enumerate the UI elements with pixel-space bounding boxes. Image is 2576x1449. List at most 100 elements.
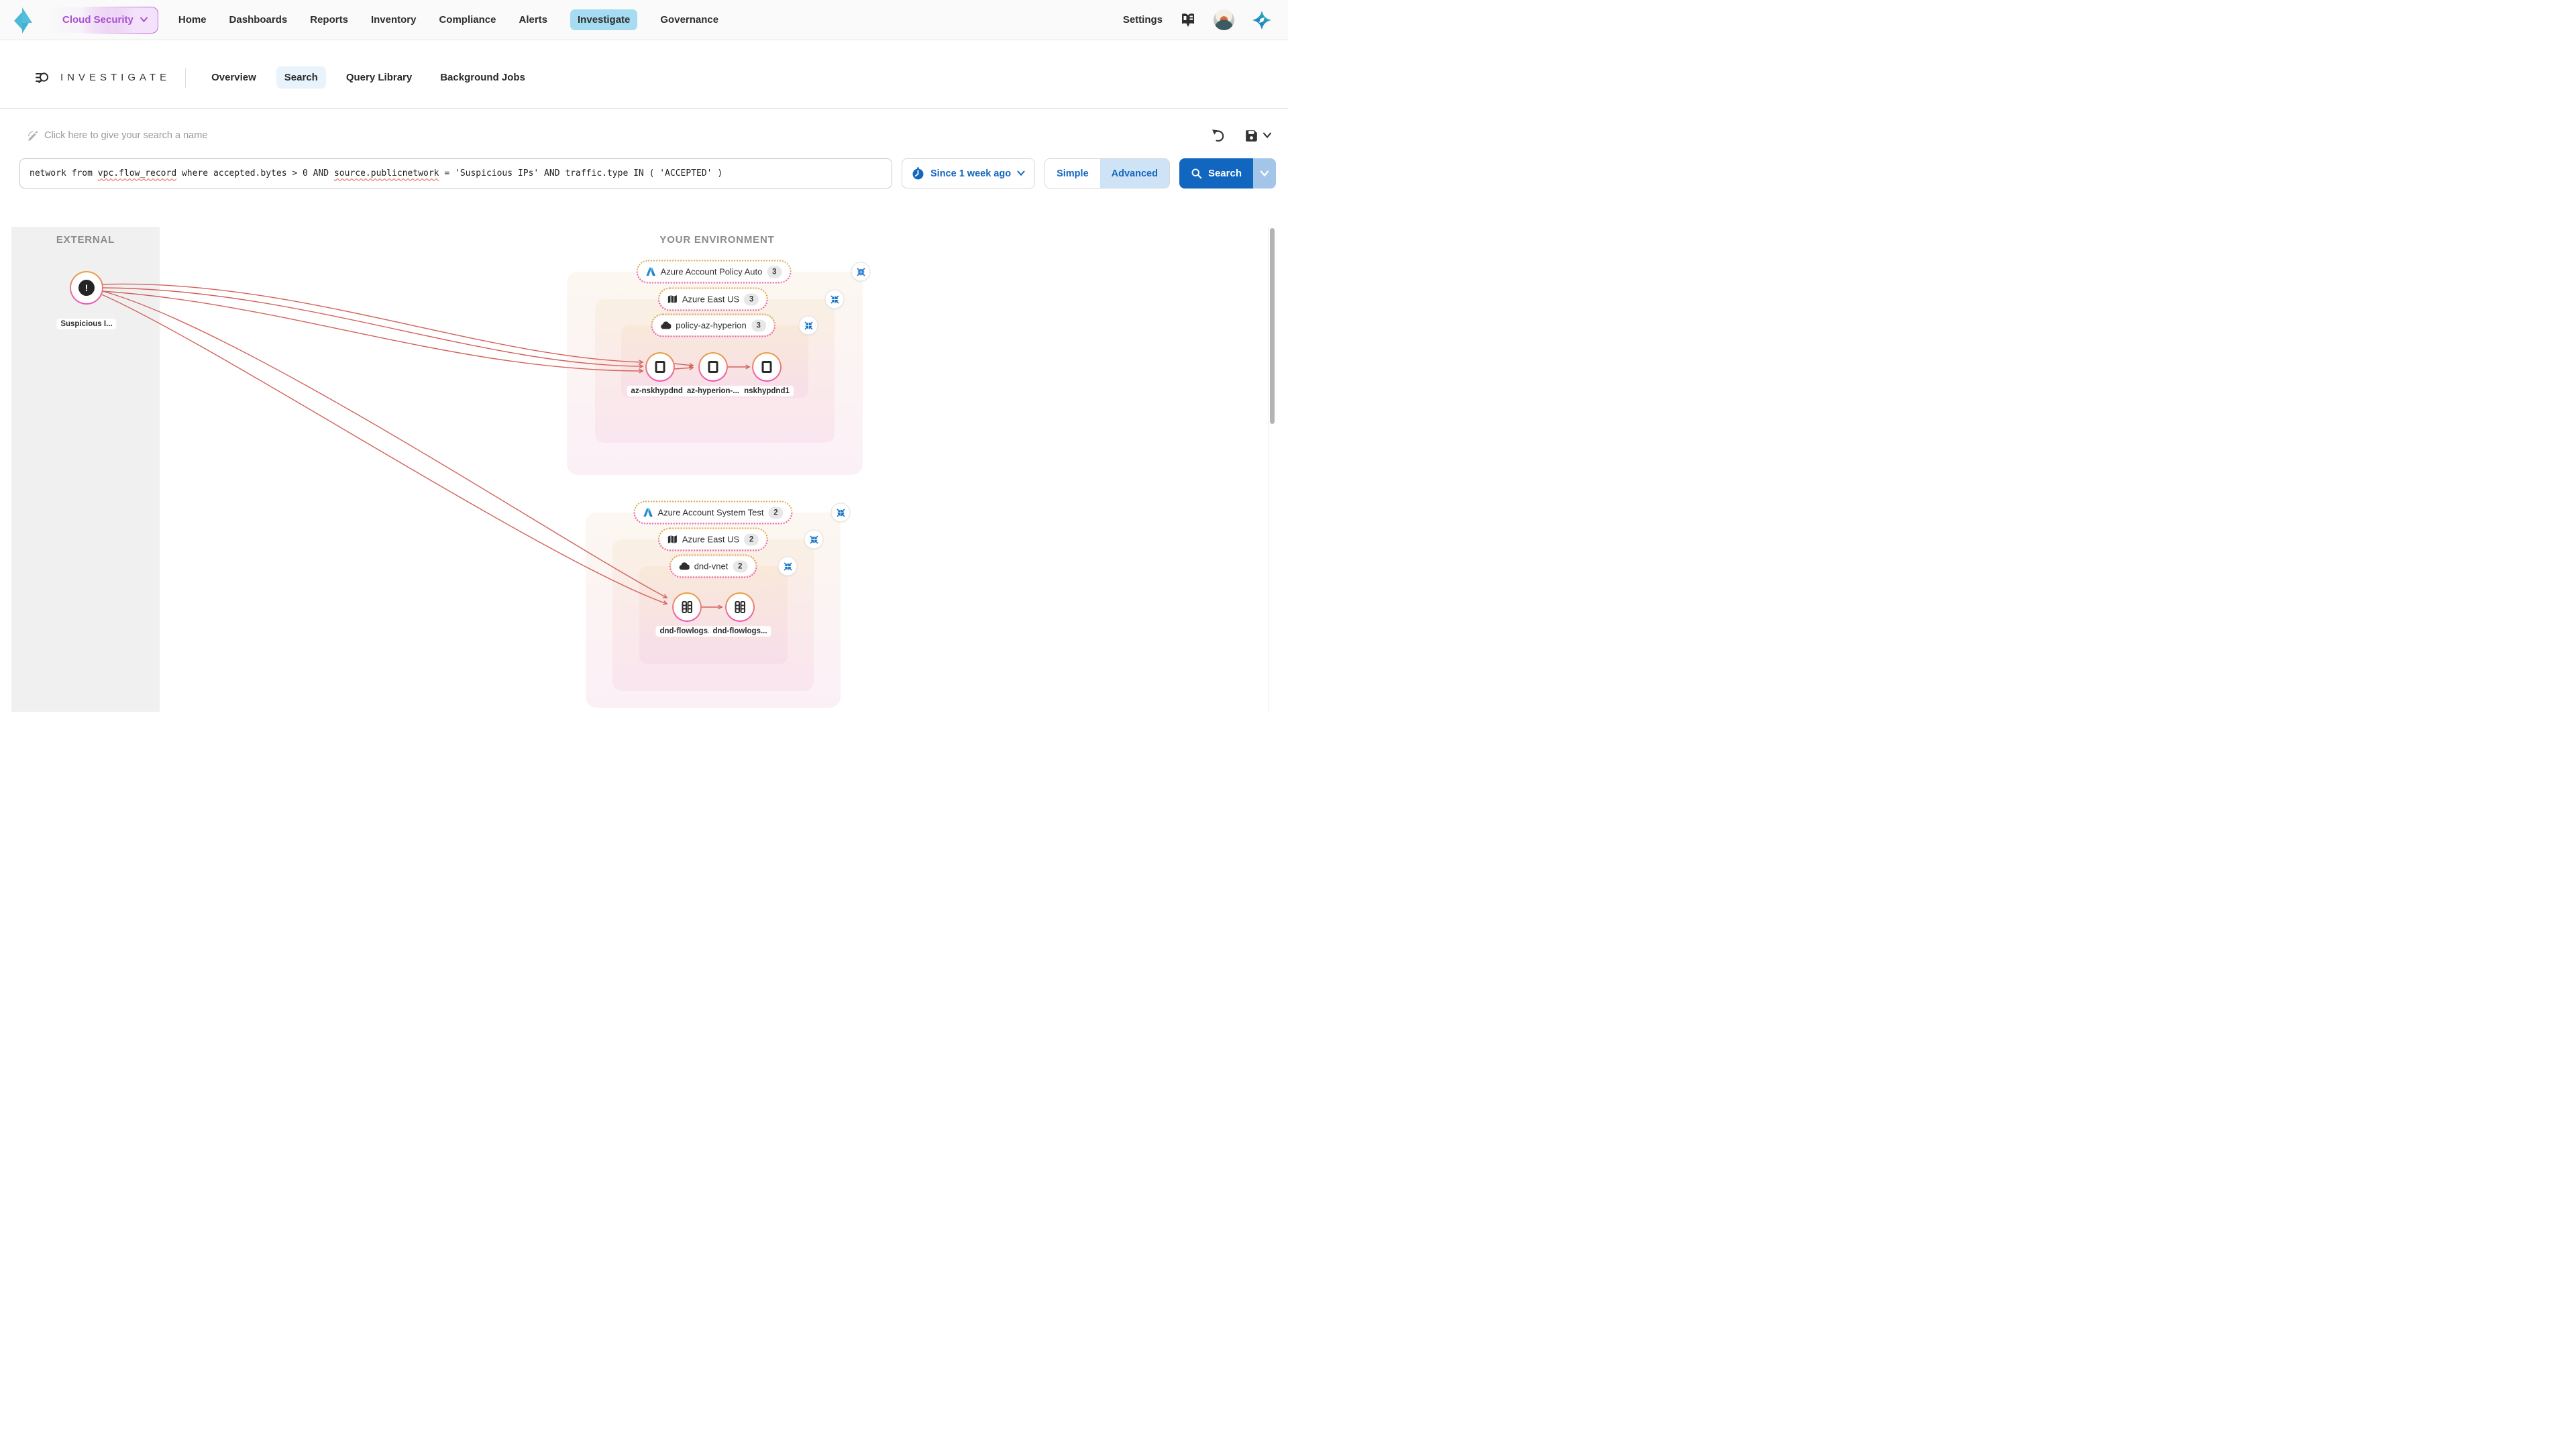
collapse-cluster1-vnet-button[interactable] — [799, 316, 818, 335]
vertical-scrollbar[interactable] — [1270, 228, 1275, 424]
top-nav: Cloud Security Home Dashboards Reports I… — [0, 0, 1288, 40]
search-name-input[interactable]: Click here to give your search a name — [27, 130, 207, 142]
mode-simple-button[interactable]: Simple — [1045, 159, 1100, 188]
page-title: INVESTIGATE — [60, 72, 170, 83]
nav-item-compliance[interactable]: Compliance — [439, 9, 496, 30]
group-pill-policy-az-hyperion[interactable]: policy-az-hyperion 3 — [653, 316, 773, 335]
collapse-cluster2-region-button[interactable] — [804, 530, 824, 549]
nav-item-alerts[interactable]: Alerts — [519, 9, 547, 30]
divider — [185, 68, 186, 88]
nic-icon — [653, 360, 667, 374]
chevron-down-icon — [1017, 170, 1025, 176]
investigate-search-icon — [35, 70, 50, 85]
query-row: network from vpc.flow_record where accep… — [19, 158, 1276, 189]
time-range-label: Since 1 week ago — [930, 168, 1011, 179]
collapse-cluster2-account-button[interactable] — [831, 503, 851, 523]
investigate-header: INVESTIGATE Overview Search Query Librar… — [0, 40, 1288, 109]
search-name-row: Click here to give your search a name — [0, 123, 1288, 148]
node-label: az-hyperion-... — [683, 386, 743, 396]
group-count-badge: 2 — [733, 560, 747, 572]
flowlog-icon — [680, 600, 694, 614]
group-count-badge: 3 — [751, 319, 766, 331]
graph-edges — [11, 227, 1269, 712]
nav-item-reports[interactable]: Reports — [310, 9, 348, 30]
investigate-tabs: Overview Search Query Library Background… — [203, 66, 533, 89]
collapse-cluster1-account-button[interactable] — [851, 262, 871, 282]
query-input[interactable]: network from vpc.flow_record where accep… — [19, 158, 892, 189]
azure-icon — [643, 508, 653, 518]
nav-item-inventory[interactable]: Inventory — [371, 9, 417, 30]
tab-overview[interactable]: Overview — [203, 66, 264, 89]
nav-right: Settings — [1123, 9, 1272, 30]
product-switcher-label: Cloud Security — [62, 14, 133, 25]
nav-item-home[interactable]: Home — [178, 9, 207, 30]
search-options-chevron[interactable] — [1253, 158, 1276, 189]
node-dnd-flowlogs-1[interactable] — [672, 592, 702, 622]
search-actions — [1211, 128, 1272, 143]
lacework-logo-icon — [13, 7, 35, 34]
flowlog-icon — [733, 600, 747, 614]
node-dnd-flowlogs-2[interactable] — [725, 592, 755, 622]
query-mode-toggle: Simple Advanced — [1044, 158, 1170, 189]
collapse-arrows-icon — [809, 535, 818, 544]
user-avatar[interactable] — [1214, 9, 1234, 30]
tab-search[interactable]: Search — [276, 66, 326, 89]
external-zone-label: EXTERNAL — [11, 234, 160, 246]
collapse-arrows-icon — [836, 508, 845, 517]
group-pill-azure-east-us-2[interactable]: Azure East US 2 — [660, 530, 766, 549]
nic-icon — [706, 360, 720, 374]
edit-pencil-icon — [27, 130, 38, 142]
node-suspicious-ips[interactable]: ! — [70, 271, 103, 305]
nav-item-investigate[interactable]: Investigate — [570, 9, 637, 30]
nav-item-dashboards[interactable]: Dashboards — [229, 9, 288, 30]
app-root: { "nav": { "product": "Cloud Security", … — [0, 0, 1288, 724]
collapse-cluster1-region-button[interactable] — [825, 290, 845, 309]
environment-zone-label: YOUR ENVIRONMENT — [549, 234, 885, 246]
node-label: nskhypdnd1 — [740, 386, 794, 396]
tab-background-jobs[interactable]: Background Jobs — [432, 66, 533, 89]
tab-query-library[interactable]: Query Library — [338, 66, 420, 89]
group-pill-label: Azure Account Policy Auto — [661, 267, 763, 277]
group-count-badge: 3 — [744, 293, 759, 305]
group-pill-azure-account-system-test[interactable]: Azure Account System Test 2 — [636, 503, 791, 523]
group-count-badge: 2 — [769, 506, 784, 519]
group-pill-label: Azure East US — [682, 535, 739, 545]
collapse-cluster2-vnet-button[interactable] — [778, 557, 798, 576]
group-pill-label: Azure Account System Test — [658, 508, 764, 518]
mode-advanced-button[interactable]: Advanced — [1100, 159, 1169, 188]
group-count-badge: 3 — [767, 266, 782, 278]
collapse-arrows-icon — [804, 321, 813, 330]
group-pill-label: policy-az-hyperion — [676, 321, 747, 331]
vnet-cloud-icon — [660, 321, 671, 330]
collapse-arrows-icon — [783, 561, 792, 571]
undo-button[interactable] — [1211, 128, 1226, 143]
save-menu-chevron-icon[interactable] — [1263, 132, 1272, 139]
search-split-button: Search — [1179, 158, 1276, 189]
sparkle-brand-icon[interactable] — [1252, 10, 1272, 30]
group-count-badge: 2 — [744, 533, 759, 545]
group-pill-azure-east-us-1[interactable]: Azure East US 3 — [660, 290, 766, 309]
group-pill-azure-account-policy-auto[interactable]: Azure Account Policy Auto 3 — [639, 262, 790, 282]
search-name-placeholder: Click here to give your search a name — [44, 130, 207, 141]
product-switcher[interactable]: Cloud Security — [48, 7, 158, 34]
search-button[interactable]: Search — [1179, 158, 1253, 189]
node-label: dnd-flowlogs... — [708, 626, 771, 637]
nav-item-governance[interactable]: Governance — [660, 9, 718, 30]
docs-book-icon[interactable] — [1180, 13, 1196, 28]
node-az-nskhypdnd[interactable] — [645, 352, 675, 382]
collapse-arrows-icon — [856, 267, 865, 276]
collapse-arrows-icon — [830, 294, 839, 304]
group-pill-label: Azure East US — [682, 294, 739, 305]
group-pill-dnd-vnet[interactable]: dnd-vnet 2 — [672, 557, 755, 576]
polygraph-canvas[interactable]: EXTERNAL YOUR ENVIRONMENT ! Suspicious I… — [11, 227, 1269, 712]
node-az-hyperion[interactable] — [698, 352, 728, 382]
time-range-button[interactable]: Since 1 week ago — [902, 158, 1035, 189]
region-map-icon — [667, 294, 678, 305]
azure-icon — [646, 267, 656, 277]
save-button[interactable] — [1244, 129, 1272, 143]
group-pill-label: dnd-vnet — [694, 561, 729, 572]
settings-button[interactable]: Settings — [1123, 14, 1163, 25]
nic-icon — [760, 360, 773, 374]
main-nav: Home Dashboards Reports Inventory Compli… — [178, 9, 718, 30]
node-nskhypdnd1[interactable] — [752, 352, 782, 382]
